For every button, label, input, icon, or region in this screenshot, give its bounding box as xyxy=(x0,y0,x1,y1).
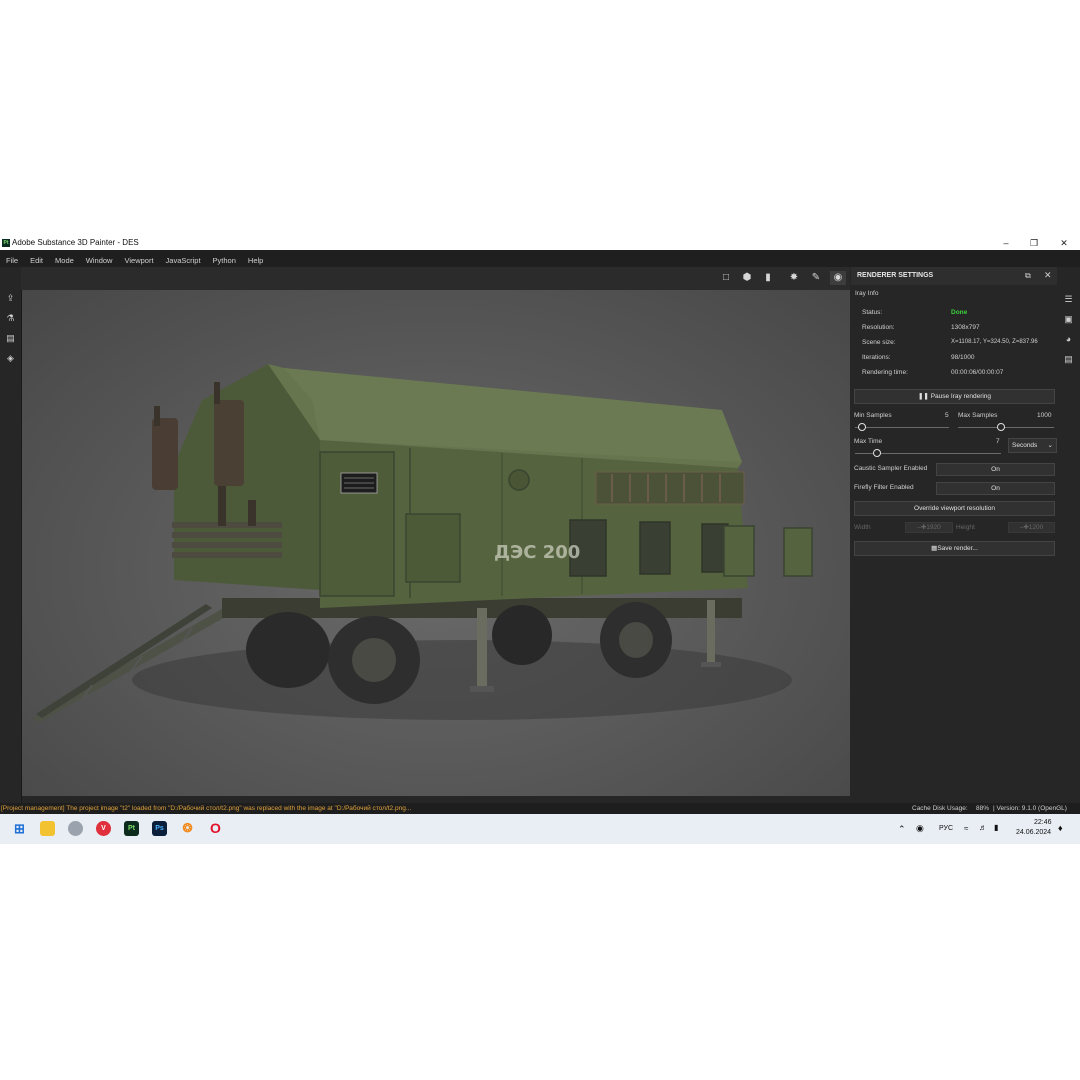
truck-marking: ДЭС 200 xyxy=(494,542,580,563)
volume-icon[interactable]: ♬ xyxy=(979,823,987,832)
clock-time[interactable]: 22:46 xyxy=(1034,819,1052,826)
undock-icon[interactable]: ⧉ xyxy=(1025,271,1031,281)
bake-icon[interactable]: ⚗ xyxy=(5,313,16,323)
window-title: Adobe Substance 3D Painter - DES xyxy=(12,238,139,247)
title-bar: Pt Adobe Substance 3D Painter - DES – ❐ … xyxy=(0,236,1080,250)
app-icon[interactable] xyxy=(68,821,83,836)
stepper-icon: –✚ xyxy=(917,524,927,531)
left-toolbar: ⇪ ⚗ ▤ ◈ xyxy=(0,267,22,803)
substance-painter-icon[interactable]: Pt xyxy=(124,821,139,836)
width-value: 1920 xyxy=(926,524,941,531)
cube-icon[interactable]: ⬢ xyxy=(739,271,755,285)
info-label: Resolution: xyxy=(862,324,895,331)
close-icon[interactable]: ✕ xyxy=(1054,236,1074,250)
minimize-icon[interactable]: – xyxy=(996,236,1016,250)
menu-bar: File Edit Mode Window Viewport JavaScript Pyth… xyxy=(0,250,1080,267)
save-render-button[interactable]: ▦Save render... xyxy=(854,541,1055,556)
max-samples-track xyxy=(958,427,1054,428)
min-samples-label: Min Samples xyxy=(854,412,892,419)
panel-title: RENDERER SETTINGS xyxy=(857,272,934,279)
override-resolution-button[interactable]: Override viewport resolution xyxy=(854,501,1055,516)
layers-list-icon[interactable]: ☰ xyxy=(1063,294,1074,304)
info-label: Iterations: xyxy=(862,354,891,361)
paint-brush-icon[interactable]: ✎ xyxy=(808,271,824,285)
time-unit-value: Seconds xyxy=(1012,442,1038,449)
version-text: | Version: 9.1.0 (OpenGL) xyxy=(993,805,1067,812)
document-icon[interactable]: ▤ xyxy=(5,333,16,343)
info-label: Rendering time: xyxy=(862,369,908,376)
min-samples-value: 5 xyxy=(945,412,949,419)
max-samples-value: 1000 xyxy=(1037,412,1052,419)
export-icon[interactable]: ⇪ xyxy=(5,293,16,303)
camera-icon[interactable]: ▮ xyxy=(760,271,776,285)
vivaldi-icon[interactable]: V xyxy=(96,821,111,836)
viewport-toolbar: □ ⬢ ▮ ✸ ✎ ◉ xyxy=(21,267,850,290)
frame-icon[interactable]: □ xyxy=(718,271,734,285)
stepper-icon: –✚ xyxy=(1019,524,1029,531)
width-field[interactable]: –✚1920 xyxy=(905,522,953,533)
layers-3d-icon[interactable]: ◈ xyxy=(5,353,16,363)
steam-icon[interactable]: ◉ xyxy=(916,823,924,834)
pause-icon: ❚❚ xyxy=(917,393,929,400)
chevron-down-icon: ⌄ xyxy=(1047,442,1053,449)
display-settings-icon[interactable]: ▣ xyxy=(1063,314,1074,324)
height-field[interactable]: –✚1200 xyxy=(1008,522,1055,533)
panel-close-icon[interactable]: ✕ xyxy=(1044,270,1052,281)
min-samples-slider[interactable] xyxy=(858,423,866,431)
max-time-slider[interactable] xyxy=(873,449,881,457)
section-title: Iray Info xyxy=(855,290,879,297)
file-explorer-icon[interactable] xyxy=(40,821,55,836)
app-logo-icon: Pt xyxy=(2,239,10,247)
min-samples-track xyxy=(855,427,949,428)
blender-icon[interactable]: ❂ xyxy=(180,821,195,836)
notification-bell-icon[interactable]: ♦ xyxy=(1058,823,1063,833)
transform-icon[interactable]: ✸ xyxy=(786,271,802,285)
max-samples-slider[interactable] xyxy=(997,423,1005,431)
environment-icon[interactable]: ◕ xyxy=(1063,334,1074,344)
pause-button-label: Pause Iray rendering xyxy=(930,393,992,400)
height-value: 1200 xyxy=(1028,524,1044,531)
app-window: Pt Adobe Substance 3D Painter - DES – ❐ … xyxy=(0,236,1080,814)
screenshot-icon[interactable]: ◉ xyxy=(830,271,846,285)
pause-rendering-button[interactable]: ❚❚ Pause Iray rendering xyxy=(854,389,1055,404)
photoshop-icon[interactable]: Ps xyxy=(152,821,167,836)
cache-value: 88% xyxy=(976,805,990,812)
clock-date[interactable]: 24.06.2024 xyxy=(1016,829,1051,836)
time-unit-select[interactable]: Seconds ⌄ xyxy=(1008,438,1057,453)
height-label: Height xyxy=(956,524,975,531)
chevron-up-icon[interactable]: ⌃ xyxy=(898,824,906,835)
language-indicator[interactable]: РУС xyxy=(939,825,953,832)
status-value: Done xyxy=(951,309,968,316)
width-label: Width xyxy=(854,524,871,531)
panel-header: RENDERER SETTINGS ⧉ ✕ xyxy=(851,267,1057,285)
info-value: 1308x797 xyxy=(951,324,980,331)
restore-icon[interactable]: ❐ xyxy=(1024,236,1044,250)
info-label: Status: xyxy=(862,309,883,316)
renderer-settings-panel: RENDERER SETTINGS ⧉ ✕ Iray Info Status: … xyxy=(851,267,1057,803)
windows-start-icon[interactable]: ⊞ xyxy=(12,821,27,836)
info-value: 98/1000 xyxy=(951,354,975,361)
max-time-value: 7 xyxy=(996,438,1000,445)
info-value: X=1108.17, Y=324.50, Z=837.96 xyxy=(951,339,1038,345)
status-message: [Project management] The project image "… xyxy=(1,805,412,812)
opera-icon[interactable]: O xyxy=(208,821,223,836)
notes-icon[interactable]: ▤ xyxy=(1063,354,1074,364)
firefly-label: Firefly Filter Enabled xyxy=(854,484,914,491)
caustic-label: Caustic Sampler Enabled xyxy=(854,465,928,472)
info-value: 00:00:06/00:00:07 xyxy=(951,369,1004,376)
max-samples-label: Max Samples xyxy=(958,412,998,419)
status-bar: [Project management] The project image "… xyxy=(0,803,1080,814)
taskbar: ⊞ V Pt Ps ❂ O ⌃ ◉ РУС ≈ ♬ ▮ 22:46 24.06.… xyxy=(0,814,1080,844)
wifi-icon[interactable]: ≈ xyxy=(964,824,968,833)
info-label: Scene size: xyxy=(862,339,896,346)
caustic-toggle[interactable]: On xyxy=(936,463,1055,476)
save-render-label: Save render... xyxy=(937,545,978,552)
3d-viewport[interactable]: ДЭС 200 xyxy=(22,290,850,796)
render-image: ДЭС 200 xyxy=(32,364,813,722)
battery-icon[interactable]: ▮ xyxy=(994,823,998,832)
max-time-label: Max Time xyxy=(854,438,883,445)
firefly-toggle[interactable]: On xyxy=(936,482,1055,495)
cache-label: Cache Disk Usage: xyxy=(912,805,968,812)
right-toolbar: ☰ ▣ ◕ ▤ xyxy=(1058,284,1080,803)
